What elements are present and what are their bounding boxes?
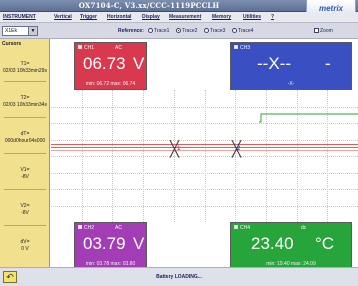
dv-label: dV=	[20, 239, 30, 245]
reference-trace1[interactable]: Trace1	[148, 28, 169, 34]
scope-display[interactable]: ╳ 1 ╳ 2	[51, 90, 358, 222]
chevron-down-icon[interactable]: ▼	[28, 27, 37, 35]
menu-display[interactable]: Display	[142, 14, 160, 20]
ch2-header: CH2	[78, 225, 94, 231]
ch1-value: 06.73	[83, 54, 126, 73]
v1-label: V1=	[20, 167, 30, 173]
status-text: Battery LOADING...	[156, 274, 202, 280]
trace-ch4	[259, 113, 358, 123]
ch2-panel[interactable]: CH2 AC 03.79 V min: 03.78 max: 03.80	[74, 222, 147, 270]
menu-instrument[interactable]: INSTRUMENT	[3, 14, 36, 20]
title-bar: OX7104-C, V3.xx/CCC-1119PCCLH	[0, 0, 358, 12]
zoom-checkbox[interactable]: Zoom	[314, 28, 333, 34]
radio-selected-icon[interactable]	[176, 28, 181, 33]
v2-value: -8V	[21, 210, 29, 216]
radio-icon[interactable]	[204, 28, 209, 33]
cursors-panel: Cursors T1= 02/03 10h33min29s T2= 02/03 …	[0, 39, 50, 267]
ch4-header: CH4	[234, 225, 250, 231]
menu-memory[interactable]: Memory	[212, 14, 231, 20]
reference-trace2[interactable]: Trace2	[176, 28, 197, 34]
ch3-panel[interactable]: CH3 --X-- - -X-	[230, 42, 352, 90]
checkbox-icon[interactable]	[314, 28, 319, 33]
t2-value: 02/03 10h33min34s	[3, 102, 47, 108]
status-bar: ↶ Battery LOADING...	[0, 267, 358, 286]
checkbox-icon[interactable]	[78, 45, 82, 49]
ch2-value: 03.79	[83, 234, 126, 253]
ch4-mode: dc	[301, 225, 307, 231]
reference-trace4[interactable]: Trace4	[232, 28, 253, 34]
toolbar: X1Ek ▼ Reference: Trace1 Trace2 Trace3 T…	[0, 23, 358, 39]
ch1-mode: AC	[115, 45, 122, 51]
divider	[4, 153, 46, 154]
cursors-title: Cursors	[2, 41, 22, 47]
radio-icon[interactable]	[148, 28, 153, 33]
divider	[4, 81, 46, 82]
divider	[4, 225, 46, 226]
zoom-select-value: X1Ek	[5, 28, 17, 34]
dt-value: 000d0hour04s000	[4, 138, 46, 144]
divider	[4, 117, 46, 118]
menu-bar: INSTRUMENT Vertical Trigger Horizontal D…	[0, 12, 358, 23]
menu-vertical[interactable]: Vertical	[54, 14, 72, 20]
ch4-panel[interactable]: CH4 dc 23.40 °C min: 19.40 max: 24.09	[230, 222, 352, 270]
ch4-unit: °C	[315, 234, 335, 253]
ch2-mode: AC	[115, 225, 122, 231]
ch3-unit: -	[325, 54, 331, 73]
menu-help[interactable]: ?	[271, 14, 274, 20]
ch1-header: CH1	[78, 45, 94, 51]
checkbox-icon[interactable]	[78, 225, 82, 229]
ch4-reading: 23.40 °C	[231, 234, 351, 258]
cursor2-label: 2	[237, 146, 241, 152]
zoom-select[interactable]: X1Ek ▼	[2, 26, 38, 36]
menu-trigger[interactable]: Trigger	[80, 14, 97, 20]
checkbox-icon[interactable]	[234, 225, 238, 229]
dt-label: dT=	[20, 131, 30, 137]
ch1-reading: 06.73 V	[75, 54, 146, 78]
v2-label: V2=	[20, 203, 30, 209]
ch4-value: 23.40	[251, 234, 294, 253]
ch2-reading: 03.79 V	[75, 234, 146, 258]
reference-trace3[interactable]: Trace3	[204, 28, 225, 34]
menu-horizontal[interactable]: Horizontal	[107, 14, 131, 20]
menu-utilities[interactable]: Utilities	[243, 14, 261, 20]
t1-label: T1=	[20, 61, 30, 67]
window-title: OX7104-C, V3.xx/CCC-1119PCCLH	[78, 1, 220, 10]
ch3-value: --X--	[257, 54, 291, 73]
t2-label: T2=	[20, 95, 30, 101]
reference-label: Reference:	[118, 28, 144, 34]
menu-measurement[interactable]: Measurement	[169, 14, 201, 20]
ch3-reading: --X-- -	[231, 54, 351, 78]
checkbox-icon[interactable]	[234, 45, 238, 49]
ch3-minmax: -X-	[287, 81, 295, 87]
dv-value: 0 V	[21, 246, 29, 252]
t1-value: 02/03 10h33min29s	[3, 68, 47, 74]
ch1-minmax: min: 06.72 max: 06.74	[85, 81, 136, 87]
radio-icon[interactable]	[232, 28, 237, 33]
divider	[4, 189, 46, 190]
ch1-panel[interactable]: CH1 AC 06.73 V min: 06.72 max: 06.74	[74, 42, 147, 90]
ch2-unit: V	[133, 234, 145, 253]
ch3-header: CH3	[234, 45, 250, 51]
ch1-unit: V	[133, 54, 145, 73]
v1-value: -8V	[21, 174, 29, 180]
cursor1-label: 1	[177, 146, 181, 152]
